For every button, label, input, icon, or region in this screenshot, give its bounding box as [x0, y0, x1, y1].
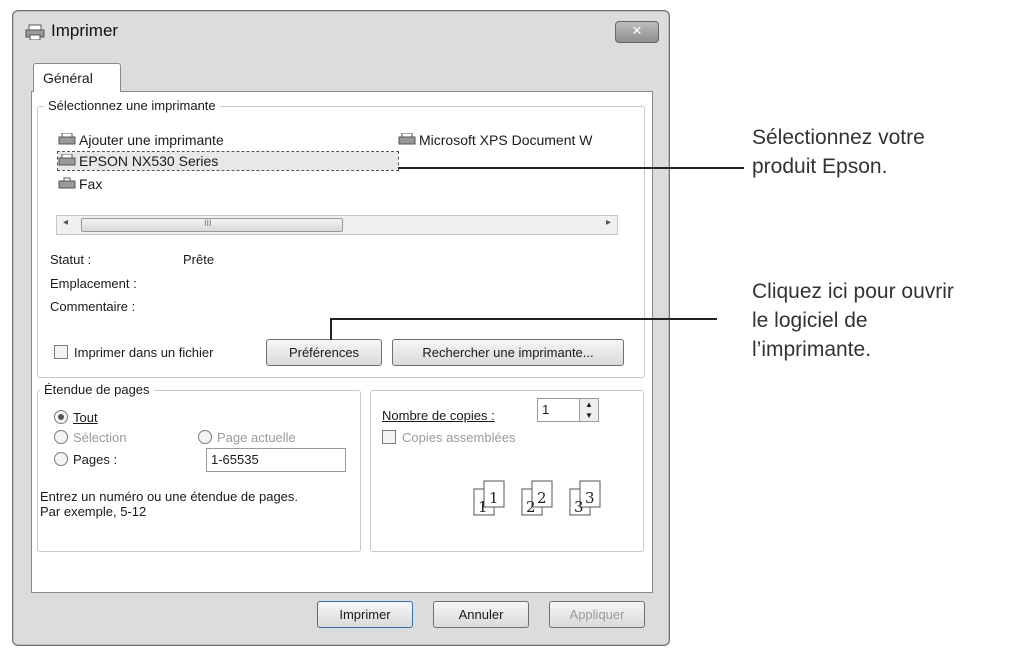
callout-text: l’imprimante.	[752, 338, 872, 361]
printer-icon	[58, 154, 76, 166]
add-printer-icon	[58, 133, 76, 145]
close-button[interactable]: ✕	[615, 21, 659, 43]
print-dialog: Imprimer ✕ Général Sélectionnez une impr…	[12, 10, 670, 646]
collate-glyph: 1	[478, 498, 488, 516]
apply-button-label: Appliquer	[569, 607, 625, 622]
collate-glyph: 2	[537, 489, 547, 507]
pages-input[interactable]: 1-65535	[206, 448, 346, 472]
find-printer-label: Rechercher une imprimante...	[422, 345, 594, 360]
copies-input[interactable]: 1 ▲ ▼	[537, 398, 599, 422]
collate-glyph: 3	[585, 489, 595, 507]
radio-icon	[54, 430, 68, 444]
callout-line-preferences-v	[330, 318, 332, 340]
radio-icon	[198, 430, 212, 444]
callout-line-select	[398, 167, 744, 169]
scroll-left-icon[interactable]: ◂	[63, 217, 68, 228]
callout-text: produit Epson.	[752, 155, 888, 178]
apply-button[interactable]: Appliquer	[549, 601, 645, 628]
radio-pages[interactable]: Pages :	[54, 452, 117, 467]
scroll-grip: III	[204, 218, 212, 228]
tab-general[interactable]: Général	[33, 63, 121, 92]
printer-name: EPSON NX530 Series	[79, 153, 219, 169]
cancel-button-label: Annuler	[458, 607, 504, 622]
copies-label: Nombre de copies :	[382, 408, 495, 423]
radio-all[interactable]: Tout	[54, 410, 98, 425]
printer-group-label: Sélectionnez une imprimante	[44, 98, 220, 113]
callout-line-preferences-h	[330, 318, 717, 320]
collate-label: Copies assemblées	[402, 430, 516, 445]
page-range-label: Étendue de pages	[40, 382, 154, 397]
page-range-hint-line2: Par exemple, 5-12	[40, 504, 147, 519]
collate-pages-icon: 1 1 2 2 3 3	[473, 480, 601, 516]
radio-icon	[54, 410, 68, 424]
collate-glyph: 1	[489, 489, 499, 507]
radio-selection[interactable]: Sélection	[54, 430, 126, 445]
radio-current-page-label: Page actuelle	[217, 430, 296, 445]
horizontal-scrollbar[interactable]: ◂ III ▸	[56, 215, 618, 235]
checkbox-icon	[54, 345, 68, 359]
radio-icon	[54, 452, 68, 466]
list-item-epson[interactable]: EPSON NX530 Series	[57, 151, 399, 171]
scroll-right-icon[interactable]: ▸	[606, 217, 611, 228]
preferences-button[interactable]: Préférences	[266, 339, 382, 366]
callout-text: le logiciel de	[752, 309, 868, 332]
title-bar: Imprimer ✕	[13, 11, 669, 51]
print-button[interactable]: Imprimer	[317, 601, 413, 628]
cancel-button[interactable]: Annuler	[433, 601, 529, 628]
copies-value: 1	[542, 402, 550, 417]
comment-label: Commentaire :	[50, 299, 136, 314]
scroll-thumb[interactable]: III	[81, 218, 343, 232]
status-label: Statut :	[50, 252, 92, 267]
printer-name: Microsoft XPS Document W	[419, 132, 593, 148]
printer-name: Ajouter une imprimante	[79, 132, 224, 148]
radio-selection-label: Sélection	[73, 430, 127, 445]
checkbox-icon	[382, 430, 396, 444]
callout-text: Sélectionnez votre	[752, 126, 925, 149]
callout-text: Cliquez ici pour ouvrir	[752, 280, 954, 303]
dialog-title: Imprimer	[51, 21, 119, 40]
radio-pages-label: Pages :	[73, 452, 118, 467]
location-label: Emplacement :	[50, 276, 137, 291]
list-item-add-printer[interactable]: Ajouter une imprimante	[58, 132, 224, 148]
collate-glyph: 2	[526, 498, 536, 516]
collate-checkbox[interactable]: Copies assemblées	[382, 430, 515, 445]
print-to-file-label: Imprimer dans un fichier	[74, 345, 214, 360]
copies-stepper[interactable]: ▲ ▼	[579, 399, 598, 421]
printer-name: Fax	[79, 176, 103, 192]
list-item-fax[interactable]: Fax	[58, 176, 102, 192]
radio-all-label: Tout	[73, 410, 98, 425]
radio-current-page[interactable]: Page actuelle	[198, 430, 296, 445]
printer-icon	[398, 133, 416, 145]
preferences-label: Préférences	[288, 345, 360, 360]
close-icon: ✕	[631, 23, 643, 38]
list-item-xps[interactable]: Microsoft XPS Document W	[398, 132, 593, 148]
collate-glyph: 3	[574, 498, 584, 516]
tab-label: Général	[43, 70, 93, 86]
printer-list[interactable]: Ajouter une imprimante Microsoft XPS Doc…	[57, 124, 628, 214]
print-button-label: Imprimer	[339, 607, 391, 622]
page-range-hint-line1: Entrez un numéro ou une étendue de pages…	[40, 489, 299, 504]
callout-preferences: Cliquez ici pour ouvrir le logiciel de l…	[752, 277, 954, 364]
status-value: Prête	[183, 252, 215, 267]
printer-icon	[25, 24, 45, 40]
fax-icon	[58, 177, 76, 189]
find-printer-button[interactable]: Rechercher une imprimante...	[392, 339, 624, 366]
print-to-file-checkbox[interactable]: Imprimer dans un fichier	[54, 345, 213, 360]
callout-select-printer: Sélectionnez votre produit Epson.	[752, 123, 925, 181]
